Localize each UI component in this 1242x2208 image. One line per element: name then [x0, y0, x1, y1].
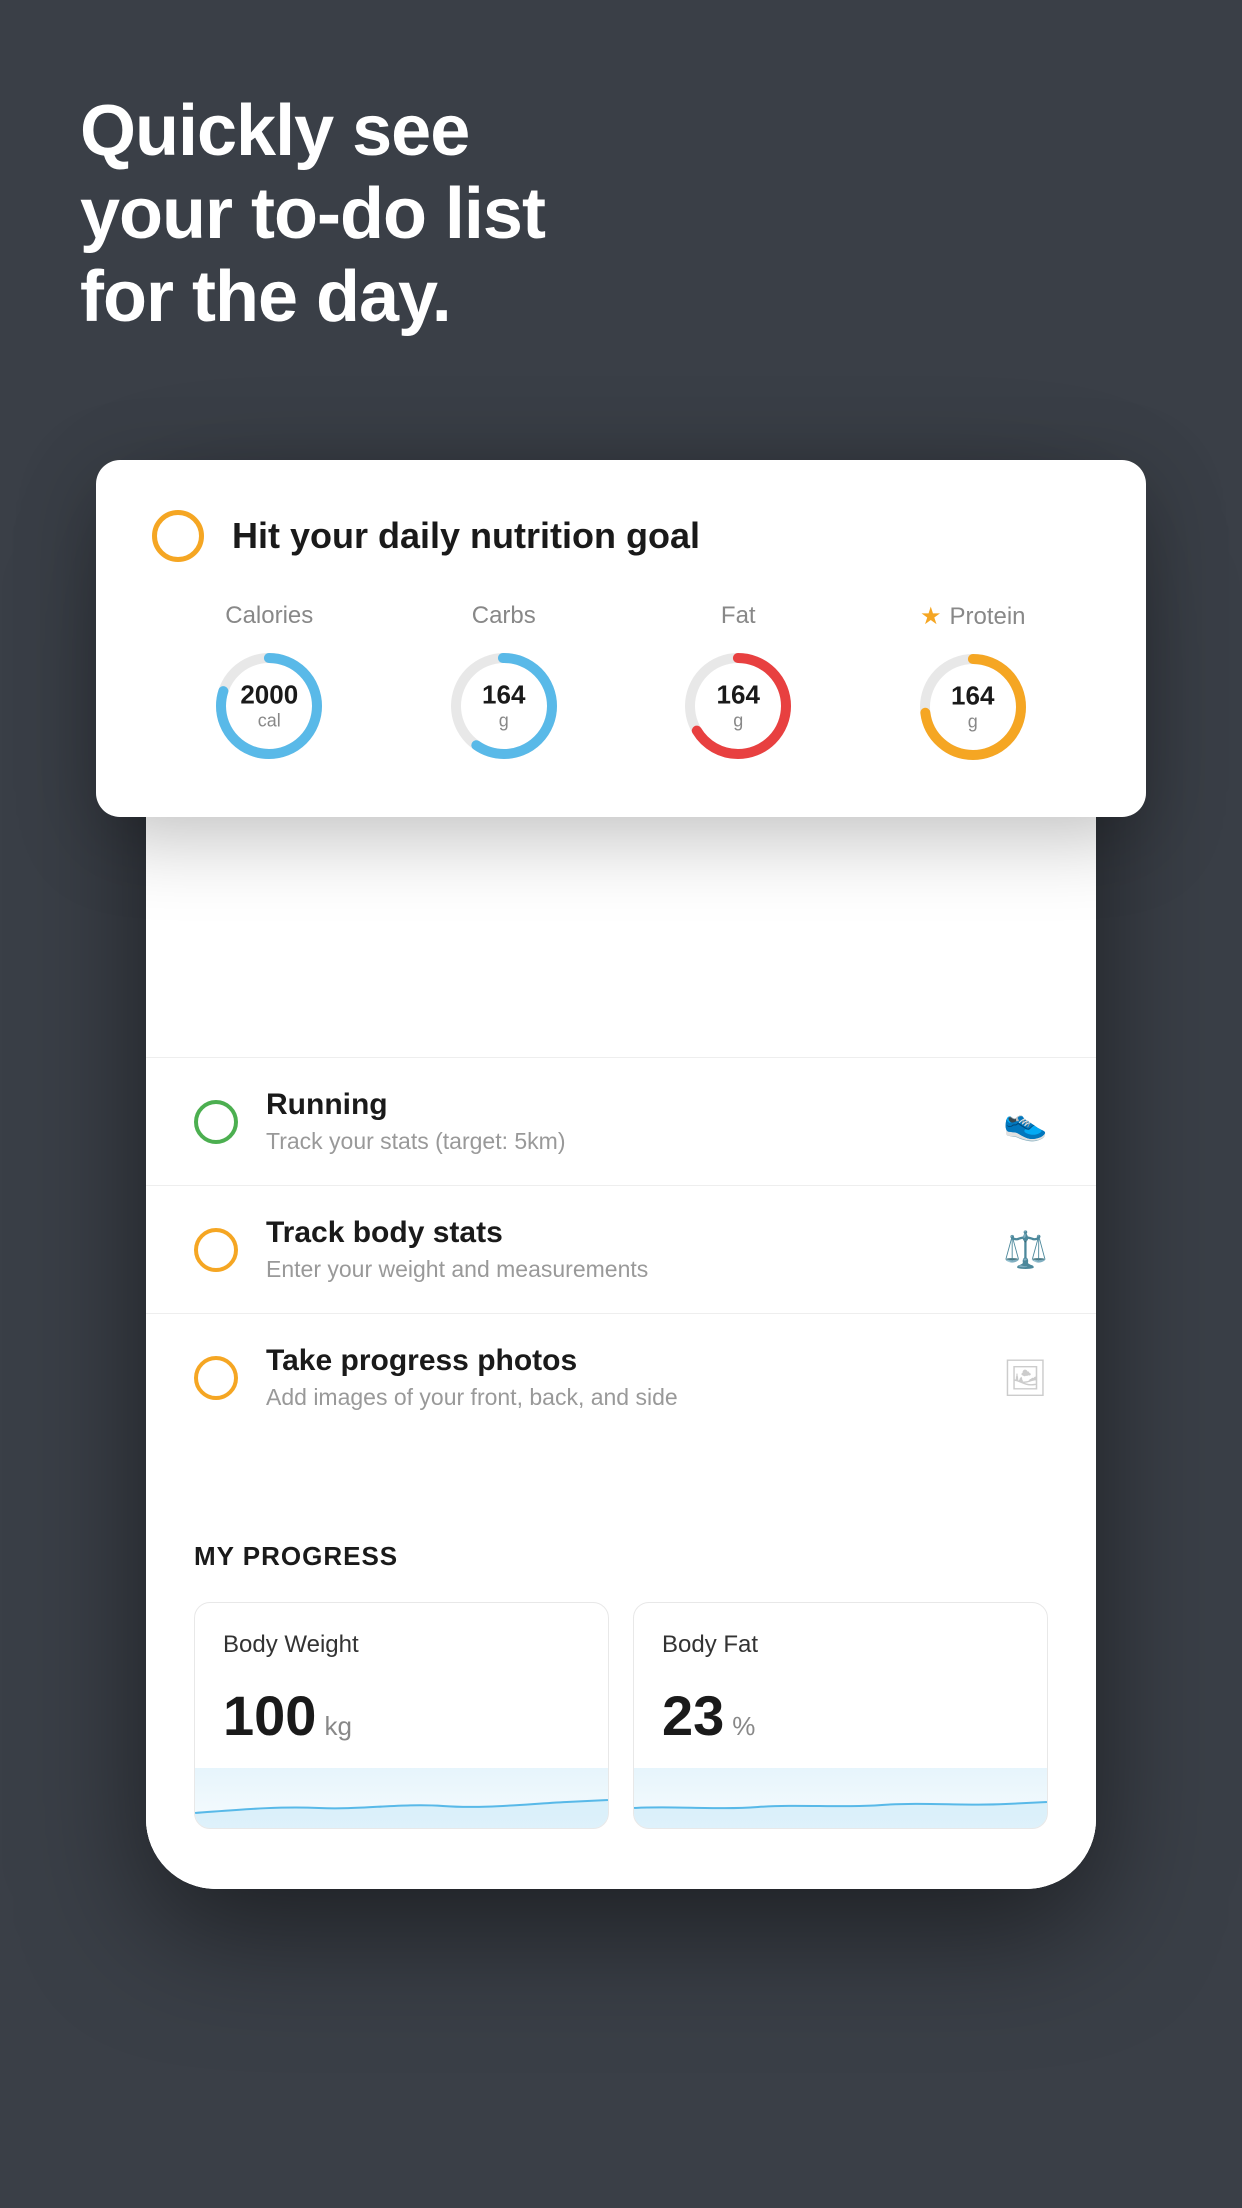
todo-subtitle-bodystats: Enter your weight and measurements [266, 1256, 975, 1283]
todo-item-bodystats[interactable]: Track body stats Enter your weight and m… [146, 1185, 1096, 1313]
protein-value: 164 [951, 681, 994, 712]
fat-value: 164 [717, 680, 760, 711]
body-fat-card[interactable]: Body Fat 23 % [633, 1602, 1048, 1829]
protein-unit: g [951, 712, 994, 734]
body-weight-value: 100 [223, 1683, 316, 1748]
body-weight-value-row: 100 kg [223, 1683, 580, 1748]
carbs-unit: g [482, 711, 525, 733]
hero-text: Quickly see your to-do list for the day. [80, 90, 545, 338]
body-weight-card[interactable]: Body Weight 100 kg [194, 1602, 609, 1829]
fat-label: Fat [721, 602, 756, 630]
nutrition-row: Calories 2000 cal Carbs [152, 602, 1090, 767]
todo-title-running: Running [266, 1088, 975, 1122]
todo-text-bodystats: Track body stats Enter your weight and m… [266, 1216, 975, 1283]
todo-check-photos [194, 1356, 238, 1400]
todo-text-running: Running Track your stats (target: 5km) [266, 1088, 975, 1155]
progress-section: MY PROGRESS Body Weight 100 kg [146, 1501, 1096, 1829]
progress-header: MY PROGRESS [194, 1541, 1048, 1572]
body-fat-unit: % [732, 1711, 755, 1742]
calories-item: Calories 2000 cal [209, 602, 329, 766]
calories-value: 2000 [240, 680, 298, 711]
carbs-item: Carbs 164 g [444, 602, 564, 766]
card-title-row: Hit your daily nutrition goal [152, 510, 1090, 562]
todo-title-bodystats: Track body stats [266, 1216, 975, 1250]
body-weight-sparkline [195, 1768, 608, 1828]
app-content: THINGS TO DO TODAY Running Track your st… [146, 630, 1096, 1889]
todo-item-running[interactable]: Running Track your stats (target: 5km) 👟 [146, 1057, 1096, 1185]
calories-donut: 2000 cal [209, 646, 329, 766]
carbs-label: Carbs [472, 602, 536, 630]
calories-label: Calories [225, 602, 313, 630]
todo-check-bodystats [194, 1228, 238, 1272]
carbs-value: 164 [482, 680, 525, 711]
star-icon: ★ [920, 602, 942, 631]
body-fat-value-row: 23 % [662, 1683, 1019, 1748]
protein-donut: 164 g [913, 647, 1033, 767]
fat-donut: 164 g [678, 646, 798, 766]
photo-icon: 🖼 [1002, 1357, 1048, 1399]
body-fat-value: 23 [662, 1683, 724, 1748]
todo-check-running [194, 1100, 238, 1144]
protein-item: ★ Protein 164 g [913, 602, 1033, 767]
todo-subtitle-running: Track your stats (target: 5km) [266, 1128, 975, 1155]
todo-list: Running Track your stats (target: 5km) 👟… [146, 1057, 1096, 1441]
protein-label: ★ Protein [920, 602, 1026, 631]
todo-subtitle-photos: Add images of your front, back, and side [266, 1384, 974, 1411]
fat-unit: g [717, 711, 760, 733]
progress-cards: Body Weight 100 kg Bo [194, 1602, 1048, 1829]
body-weight-title: Body Weight [223, 1631, 580, 1659]
running-icon: 👟 [1003, 1101, 1048, 1143]
nutrition-card: Hit your daily nutrition goal Calories 2… [96, 460, 1146, 817]
body-weight-unit: kg [324, 1711, 351, 1742]
nutrition-check-circle [152, 510, 204, 562]
carbs-donut: 164 g [444, 646, 564, 766]
body-fat-title: Body Fat [662, 1631, 1019, 1659]
nutrition-card-title: Hit your daily nutrition goal [232, 515, 700, 557]
todo-title-photos: Take progress photos [266, 1344, 974, 1378]
scale-icon: ⚖️ [1003, 1229, 1048, 1271]
todo-text-photos: Take progress photos Add images of your … [266, 1344, 974, 1411]
calories-unit: cal [240, 711, 298, 733]
fat-item: Fat 164 g [678, 602, 798, 766]
todo-item-photos[interactable]: Take progress photos Add images of your … [146, 1313, 1096, 1441]
body-fat-sparkline [634, 1768, 1047, 1828]
